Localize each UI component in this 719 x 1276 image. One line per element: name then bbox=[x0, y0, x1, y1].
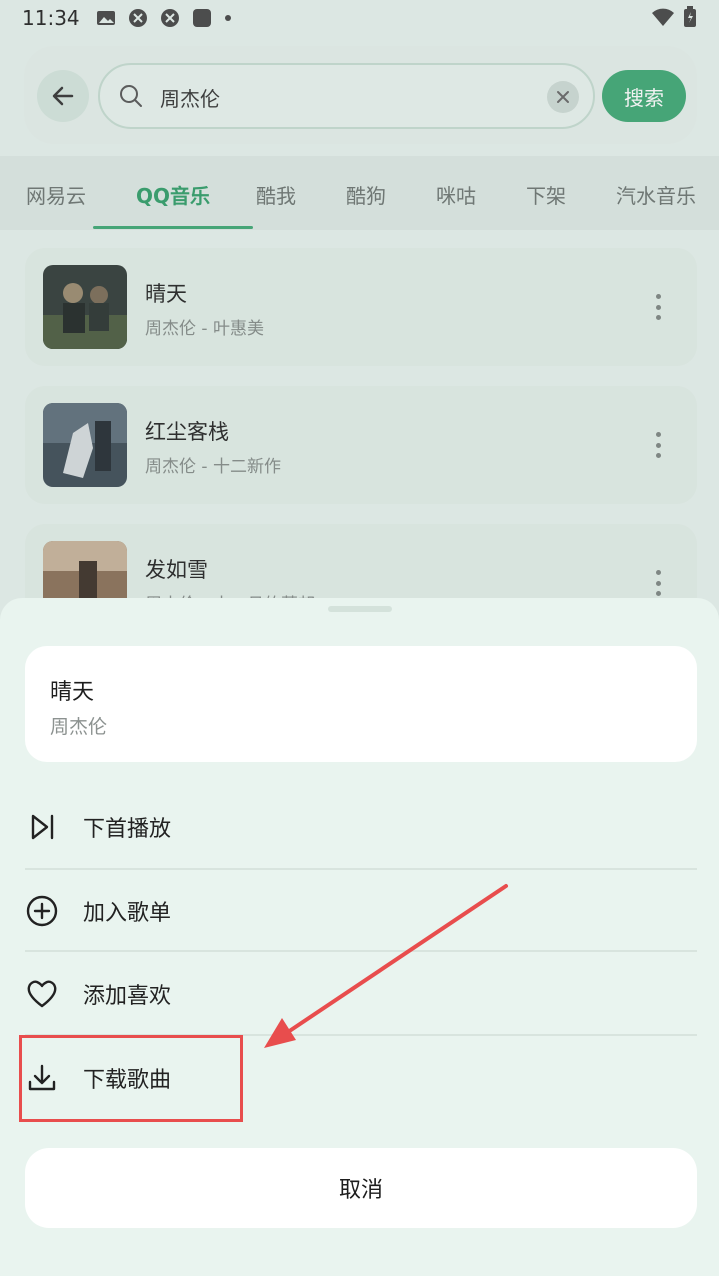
selected-song-title: 晴天 bbox=[50, 680, 95, 705]
menu-item-play-next[interactable]: 下首播放 bbox=[25, 786, 697, 868]
selected-song-card: 晴天 周杰伦 bbox=[25, 646, 697, 762]
menu-label: 加入歌单 bbox=[83, 901, 172, 926]
menu-item-add-to-playlist[interactable]: 加入歌单 bbox=[25, 870, 697, 952]
selected-song-artist: 周杰伦 bbox=[50, 716, 108, 738]
menu-item-add-favorite[interactable]: 添加喜欢 bbox=[25, 953, 697, 1035]
menu-label: 添加喜欢 bbox=[83, 984, 172, 1009]
cancel-button[interactable]: 取消 bbox=[25, 1148, 697, 1228]
drag-handle[interactable] bbox=[328, 606, 392, 612]
play-next-icon bbox=[25, 810, 59, 844]
add-circle-icon bbox=[25, 894, 59, 928]
music-search-screen: 11:34 周杰伦 搜索 网易云 QQ音乐 酷我 酷狗 咪咕 下架 汽水音乐 晴… bbox=[0, 0, 719, 1276]
divider bbox=[25, 950, 697, 952]
annotation-highlight-box bbox=[19, 1035, 243, 1122]
menu-label: 下首播放 bbox=[83, 817, 172, 842]
heart-icon bbox=[25, 977, 59, 1011]
